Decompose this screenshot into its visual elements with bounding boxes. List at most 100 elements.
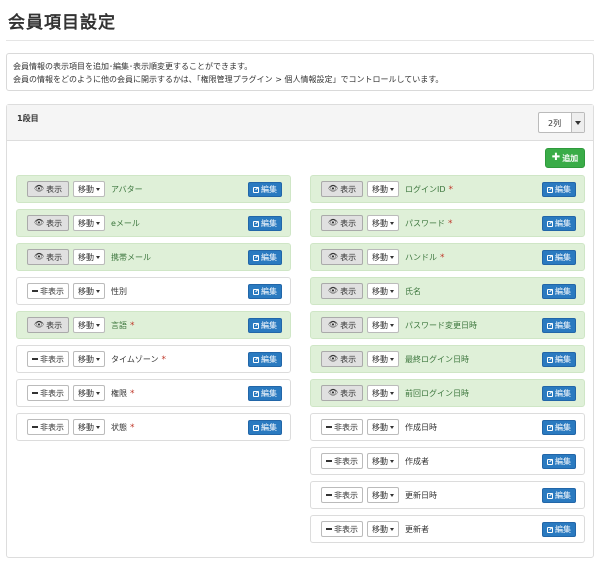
move-button[interactable]: 移動 — [73, 283, 105, 299]
edit-button[interactable]: 編集 — [542, 522, 576, 537]
visibility-toggle-button[interactable]: 👁 表示 — [321, 249, 363, 265]
move-button[interactable]: 移動 — [367, 487, 399, 503]
move-button[interactable]: 移動 — [73, 419, 105, 435]
edit-label: 編集 — [261, 287, 277, 296]
move-button[interactable]: 移動 — [367, 283, 399, 299]
visibility-toggle-button[interactable]: 👁 表示 — [321, 317, 363, 333]
edit-icon — [253, 424, 259, 431]
minus-icon — [326, 528, 332, 530]
edit-button[interactable]: 編集 — [542, 454, 576, 469]
field-name: パスワード変更日時 — [405, 320, 477, 331]
edit-button[interactable]: 編集 — [248, 250, 282, 265]
edit-button[interactable]: 編集 — [248, 182, 282, 197]
visibility-toggle-button[interactable]: 👁 表示 — [321, 181, 363, 197]
move-button[interactable]: 移動 — [367, 385, 399, 401]
edit-button[interactable]: 編集 — [542, 250, 576, 265]
move-button[interactable]: 移動 — [367, 215, 399, 231]
edit-button[interactable]: 編集 — [542, 318, 576, 333]
visibility-toggle-button[interactable]: 非表示 — [27, 419, 69, 435]
move-button[interactable]: 移動 — [73, 215, 105, 231]
move-button[interactable]: 移動 — [367, 419, 399, 435]
edit-icon — [547, 458, 553, 465]
edit-icon — [547, 526, 553, 533]
field-name-text: 性別 — [111, 287, 127, 296]
visibility-toggle-button[interactable]: 👁 表示 — [27, 181, 69, 197]
edit-button[interactable]: 編集 — [542, 284, 576, 299]
edit-button[interactable]: 編集 — [542, 352, 576, 367]
edit-button[interactable]: 編集 — [542, 216, 576, 231]
move-button[interactable]: 移動 — [367, 351, 399, 367]
field-name-text: 権限 — [111, 389, 127, 398]
move-button[interactable]: 移動 — [367, 317, 399, 333]
eye-icon: 👁 — [327, 252, 339, 261]
caret-down-icon — [96, 187, 100, 191]
move-button[interactable]: 移動 — [73, 385, 105, 401]
edit-label: 編集 — [555, 423, 571, 432]
visibility-toggle-button[interactable]: 非表示 — [321, 521, 363, 537]
move-button[interactable]: 移動 — [367, 249, 399, 265]
field-item: 非表示 移動 更新者 編集 — [310, 515, 585, 543]
visibility-toggle-button[interactable]: 非表示 — [321, 453, 363, 469]
edit-button[interactable]: 編集 — [542, 420, 576, 435]
visibility-toggle-button[interactable]: 非表示 — [321, 487, 363, 503]
visibility-label: 非表示 — [334, 422, 358, 432]
visibility-toggle-button[interactable]: 👁 表示 — [321, 351, 363, 367]
visibility-toggle-button[interactable]: 非表示 — [27, 385, 69, 401]
visibility-toggle-button[interactable]: 非表示 — [321, 419, 363, 435]
field-item: 👁 表示 移動 前回ログイン日時 編集 — [310, 379, 585, 407]
visibility-toggle-button[interactable]: 👁 表示 — [27, 317, 69, 333]
move-label: 移動 — [78, 354, 94, 364]
field-name-text: 更新者 — [405, 525, 429, 534]
columns-select[interactable]: 2列 — [538, 112, 585, 133]
edit-label: 編集 — [555, 287, 571, 296]
field-name-text: eメール — [111, 219, 140, 228]
caret-down-icon — [390, 221, 394, 225]
move-button[interactable]: 移動 — [73, 249, 105, 265]
move-label: 移動 — [372, 456, 388, 466]
field-name: 権限 * — [111, 388, 135, 399]
move-button[interactable]: 移動 — [367, 521, 399, 537]
add-button[interactable]: ✚ 追加 — [545, 148, 585, 168]
edit-button[interactable]: 編集 — [248, 352, 282, 367]
move-button[interactable]: 移動 — [367, 453, 399, 469]
visibility-toggle-button[interactable]: 👁 表示 — [321, 215, 363, 231]
edit-button[interactable]: 編集 — [542, 182, 576, 197]
edit-button[interactable]: 編集 — [248, 386, 282, 401]
move-button[interactable]: 移動 — [367, 181, 399, 197]
edit-button[interactable]: 編集 — [248, 420, 282, 435]
move-button[interactable]: 移動 — [73, 317, 105, 333]
field-item: 非表示 移動 更新日時 編集 — [310, 481, 585, 509]
field-name: 作成者 — [405, 456, 429, 467]
caret-down-icon — [96, 289, 100, 293]
visibility-toggle-button[interactable]: 👁 表示 — [27, 249, 69, 265]
visibility-toggle-button[interactable]: 非表示 — [27, 351, 69, 367]
visibility-toggle-button[interactable]: 非表示 — [27, 283, 69, 299]
move-label: 移動 — [372, 320, 388, 330]
visibility-toggle-button[interactable]: 👁 表示 — [27, 215, 69, 231]
visibility-toggle-button[interactable]: 👁 表示 — [321, 283, 363, 299]
eye-icon: 👁 — [327, 184, 339, 193]
edit-label: 編集 — [261, 219, 277, 228]
minus-icon — [32, 358, 38, 360]
edit-button[interactable]: 編集 — [542, 488, 576, 503]
edit-label: 編集 — [261, 389, 277, 398]
field-name-text: パスワード変更日時 — [405, 321, 477, 330]
move-button[interactable]: 移動 — [73, 181, 105, 197]
caret-down-icon — [96, 221, 100, 225]
eye-icon: 👁 — [327, 320, 339, 329]
visibility-toggle-button[interactable]: 👁 表示 — [321, 385, 363, 401]
field-name: 更新日時 — [405, 490, 437, 501]
field-item: 👁 表示 移動 パスワード変更日時 編集 — [310, 311, 585, 339]
field-name: 携帯メール — [111, 252, 151, 263]
caret-down-icon — [390, 391, 394, 395]
move-button[interactable]: 移動 — [73, 351, 105, 367]
edit-label: 編集 — [555, 355, 571, 364]
edit-button[interactable]: 編集 — [248, 216, 282, 231]
edit-label: 編集 — [555, 525, 571, 534]
edit-button[interactable]: 編集 — [542, 386, 576, 401]
field-item: 👁 表示 移動 ハンドル * 編集 — [310, 243, 585, 271]
edit-button[interactable]: 編集 — [248, 318, 282, 333]
visibility-label: 表示 — [340, 320, 357, 330]
edit-button[interactable]: 編集 — [248, 284, 282, 299]
field-name-text: 氏名 — [405, 287, 421, 296]
